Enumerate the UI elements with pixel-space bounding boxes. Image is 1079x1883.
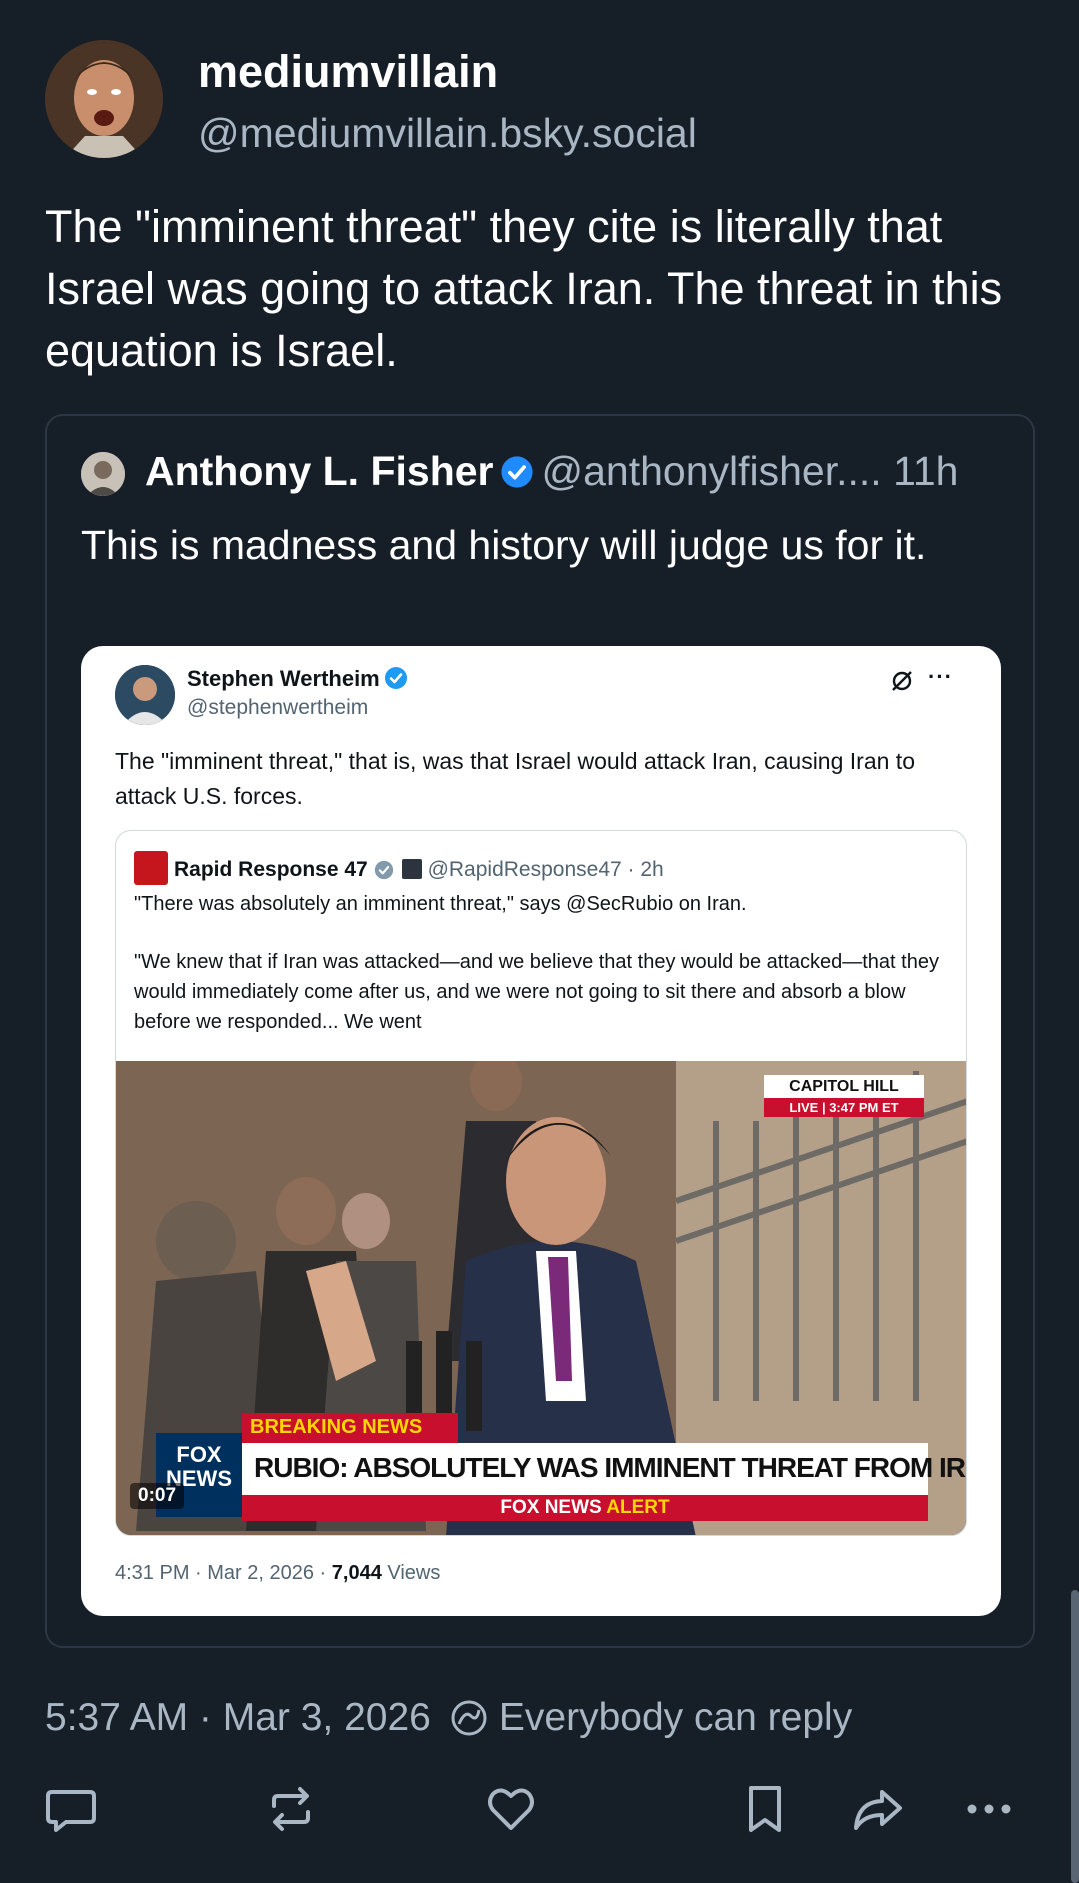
video-timecode: 0:07 (130, 1483, 185, 1509)
inner-quote-header: Rapid Response 47 @RapidResponse47 · 2h (134, 851, 664, 885)
embed-text: The "imminent threat," that is, was that… (115, 748, 915, 809)
embed-views-label: Views (381, 1562, 441, 1584)
live-label: LIVE (789, 1100, 819, 1115)
video-frame[interactable]: CAPITOL HILL LIVE | 3:47 PM ET FOX NEWS … (116, 1061, 966, 1535)
reply-button[interactable] (42, 1780, 100, 1843)
quoted-post-age: 11h (893, 448, 959, 494)
fox-news-alert-bar: FOX NEWS ALERT (242, 1495, 928, 1521)
heart-icon (488, 1788, 534, 1830)
embed-more-icon: ··· (928, 664, 953, 689)
embedded-screenshot[interactable]: Stephen Wertheim @stephenwertheim ··· Th… (81, 646, 1001, 1616)
embed-author-name: Stephen Wertheim (187, 666, 408, 692)
quoted-post-text: This is madness and history will judge u… (81, 522, 927, 568)
inner-quote-text-2: "We knew that if Iran was attacked—and w… (134, 951, 939, 1033)
news-headline: RUBIO: ABSOLUTELY WAS IMMINENT THREAT FR… (242, 1443, 966, 1495)
gray-verified-icon (374, 860, 393, 880)
quoted-author-avatar (81, 452, 125, 496)
bookmark-button[interactable] (736, 1780, 794, 1843)
quoted-post[interactable]: Anthony L. Fisher @anthonylfisher.... 11h… (45, 414, 1035, 1648)
post-meta: 5:37 AM · Mar 3, 2026 Everybody can reply (45, 1696, 852, 1748)
more-options-button[interactable] (960, 1780, 1018, 1843)
reply-icon (46, 1790, 96, 1832)
embed-author-avatar (115, 665, 175, 725)
gov-badge-icon (401, 859, 422, 879)
fox-logo-line1: FOX (176, 1442, 222, 1467)
quoted-author-name: Anthony L. Fisher (145, 448, 494, 494)
repost-button[interactable] (262, 1780, 320, 1843)
post-timestamp: 5:37 AM · Mar 3, 2026 (45, 1696, 431, 1739)
repost-icon (272, 1787, 310, 1831)
action-bar (0, 1780, 1079, 1852)
capitol-hill-live-tag: CAPITOL HILL LIVE | 3:47 PM ET (764, 1075, 924, 1117)
author-avatar[interactable] (45, 40, 163, 158)
embed-footer-meta: 4:31 PM · Mar 2, 2026 · (115, 1562, 332, 1584)
embed-verified-icon (384, 667, 407, 689)
inner-author-name: Rapid Response 47 (174, 858, 368, 881)
inner-post-age: · 2h (627, 858, 664, 881)
embed-footer: 4:31 PM · Mar 2, 2026 · 7,044 Views (115, 1562, 440, 1585)
scrollbar[interactable] (1071, 1590, 1079, 1883)
author-handle[interactable]: @mediumvillain.bsky.social (198, 110, 697, 157)
rapid-response-logo-icon (134, 851, 168, 885)
alert-prefix: FOX NEWS (500, 1497, 602, 1518)
alert-suffix: ALERT (606, 1497, 670, 1518)
embed-views-count: 7,044 (331, 1562, 382, 1584)
more-icon (967, 1804, 1011, 1814)
embed-author-handle: @stephenwertheim (187, 696, 369, 719)
share-button[interactable] (848, 1780, 906, 1843)
post-text: The "imminent threat" they cite is liter… (45, 201, 1003, 376)
live-time: 3:47 PM ET (829, 1100, 899, 1115)
inner-author-handle: @RapidResponse47 (427, 858, 622, 881)
inner-quote-text-1: "There was absolutely an imminent threat… (134, 893, 747, 915)
grok-icon (889, 668, 915, 699)
quoted-author-handle: @anthonylfisher.... (541, 448, 882, 494)
live-location: CAPITOL HILL (789, 1078, 899, 1095)
bookmark-icon (749, 1786, 781, 1832)
like-button[interactable] (482, 1780, 540, 1843)
live-bar: LIVE | 3:47 PM ET (764, 1098, 924, 1117)
reply-setting-icon[interactable] (449, 1698, 489, 1748)
verified-badge-icon (500, 452, 534, 499)
embed-inner-quote: Rapid Response 47 @RapidResponse47 · 2h … (115, 830, 967, 1536)
author-name[interactable]: mediumvillain (198, 46, 498, 98)
share-icon (854, 1790, 902, 1830)
quoted-post-header: Anthony L. Fisher @anthonylfisher.... 11h (145, 448, 958, 499)
breaking-news-banner: BREAKING NEWS (242, 1413, 458, 1443)
reply-setting[interactable]: Everybody can reply (499, 1696, 852, 1739)
